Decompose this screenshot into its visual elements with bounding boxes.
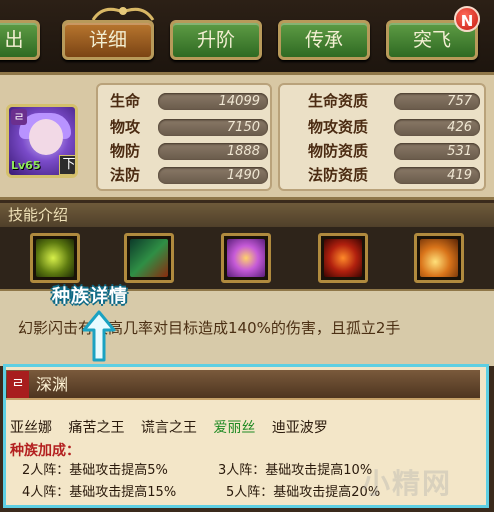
stat-value: 1888 [226,144,260,159]
stat-bar: 7150 [158,119,268,136]
skills-strip [0,227,494,289]
race-member: 痛苦之王 [68,420,125,436]
watermark: 小精网 [362,467,453,500]
stat-label: 物防 [110,142,141,160]
stat-value: 757 [447,94,472,109]
race-title-bar [6,370,480,400]
stat-label: 生命 [110,92,141,110]
skill-3-icon[interactable] [221,233,271,283]
stat-row-patk-aptitude: 物攻资质 426 [306,117,486,137]
stat-value: 7150 [226,120,260,135]
hero-avatar[interactable]: ㄹ Lv65 下 [6,104,78,178]
stat-value: 1490 [226,168,260,183]
stat-bar: 1490 [158,167,268,184]
stat-bar: 426 [394,119,480,136]
stat-row-hp-aptitude: 生命资质 757 [306,91,486,111]
race-emblem-icon: ㄹ [7,371,29,398]
race-members: 亚丝娜 痛苦之王 谎言之王 爱丽丝 迪亚波罗 [10,418,340,438]
tab-advance[interactable]: 升阶 [170,20,262,60]
skill-4-icon[interactable] [318,233,368,283]
hero-grade-badge: 下 [59,155,75,175]
hero-level: Lv65 [11,159,41,172]
stat-row-mdef: 法防 1490 [106,165,272,185]
stat-label: 物防资质 [308,142,369,160]
stat-row-patk: 物攻 7150 [106,117,272,137]
stat-row-pdef-aptitude: 物防资质 531 [306,141,486,161]
stat-value: 531 [447,144,472,159]
stat-row-mdef-aptitude: 法防资质 419 [306,165,486,185]
stat-row-hp: 生命 14099 [106,91,272,111]
skills-header: 技能介绍 [0,203,494,227]
skill-1-icon[interactable] [30,233,80,283]
race-bonus-line: 2人阵：基础攻击提高5% [22,463,168,478]
race-member-highlighted: 爱丽丝 [213,420,256,436]
skill-5-icon[interactable] [414,233,464,283]
stat-value: 426 [447,120,472,135]
tab-partial[interactable]: 出 [0,20,40,60]
notification-badge: N [454,6,480,32]
stat-bar: 1888 [158,143,268,160]
race-emblem-icon: ㄹ [11,109,27,125]
race-detail-callout: 种族详情 [52,286,128,307]
stat-label: 法防资质 [308,166,369,184]
stat-bar: 757 [394,93,480,110]
stat-bar: 531 [394,143,480,160]
race-member: 迪亚波罗 [271,420,328,436]
tab-inherit[interactable]: 传承 [278,20,370,60]
skill-description: 幻影闪击有较高几率对目标造成140%的伤害，且孤立2手 [18,319,401,337]
stat-label: 物攻 [110,118,141,136]
arrow-up-icon [82,310,116,362]
skill-2-icon[interactable] [124,233,174,283]
stat-bar: 419 [394,167,480,184]
tab-details[interactable]: 详细 [62,20,154,60]
stat-label: 生命资质 [308,92,369,110]
race-member: 谎言之王 [140,420,197,436]
race-bonus-line: 4人阵：基础攻击提高15% [22,485,177,500]
stat-value: 419 [447,168,472,183]
race-bonus-line: 3人阵：基础攻击提高10% [218,463,373,478]
race-member: 亚丝娜 [10,420,52,436]
stat-bar: 14099 [158,93,268,110]
race-bonus-title: 种族加成： [10,443,80,459]
avatar-face [29,119,63,155]
race-name: 深渊 [36,375,69,394]
stat-label: 法防 [110,166,141,184]
stat-label: 物攻资质 [308,118,369,136]
stat-value: 14099 [218,94,260,109]
stat-row-pdef: 物防 1888 [106,141,272,161]
race-bonus-line: 5人阵：基础攻击提高20% [226,485,381,500]
